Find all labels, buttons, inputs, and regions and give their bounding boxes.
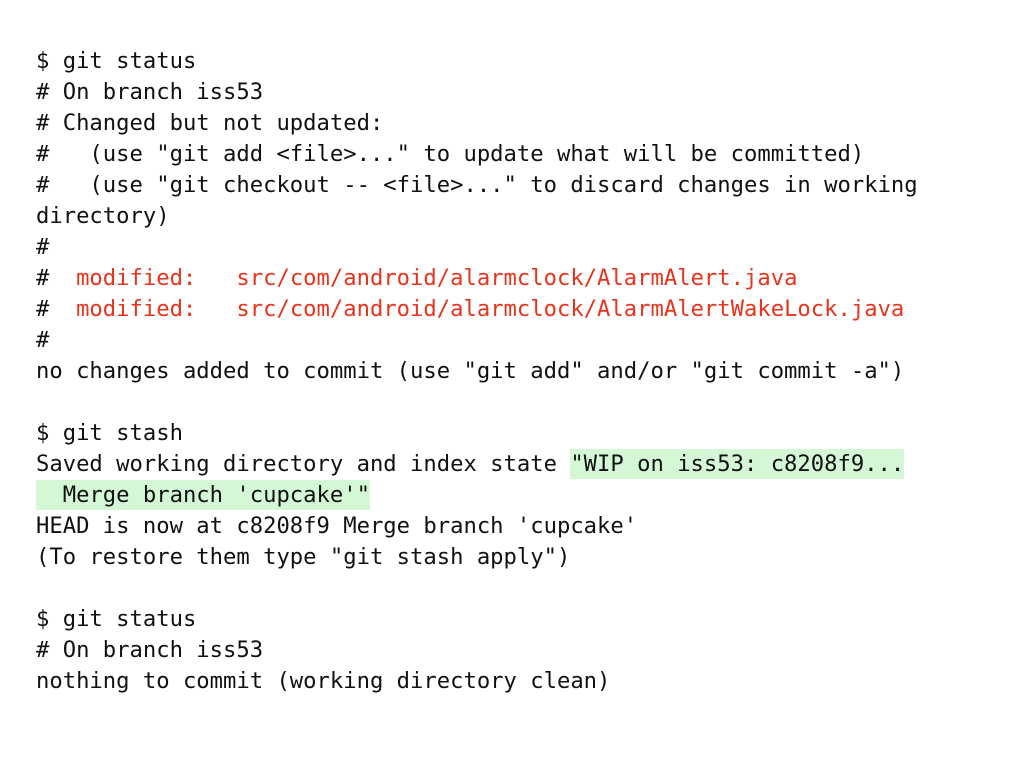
changed-header-line: # Changed but not updated: xyxy=(36,110,384,136)
summary-line: no changes added to commit (use "git add… xyxy=(36,358,905,384)
command-line: $ git status xyxy=(36,606,197,632)
modified-file-path: src/com/android/alarmclock/AlarmAlert.ja… xyxy=(236,265,798,291)
comment-prefix: # xyxy=(36,296,77,322)
modified-file-line: # modified: src/com/android/alarmclock/A… xyxy=(36,294,996,325)
hint-checkout-continued-line: directory) xyxy=(36,203,170,229)
stash-saved-prefix: Saved working directory and index state xyxy=(36,451,571,477)
stash-message-highlight: "WIP on iss53: c8208f9... xyxy=(570,449,905,479)
modified-file-line: # modified: src/com/android/alarmclock/A… xyxy=(36,263,996,294)
terminal-output: $ git status # On branch iss53 # Changed… xyxy=(36,46,996,697)
branch-line: # On branch iss53 xyxy=(36,637,264,663)
hint-checkout-line: # (use "git checkout -- <file>..." to di… xyxy=(36,172,918,198)
command-line: $ git status xyxy=(36,48,197,74)
head-line: HEAD is now at c8208f9 Merge branch 'cup… xyxy=(36,513,638,539)
modified-file-path: src/com/android/alarmclock/AlarmAlertWak… xyxy=(236,296,905,322)
stash-saved-line: Saved working directory and index state … xyxy=(36,449,996,480)
modified-label: modified: xyxy=(76,296,197,322)
hint-add-line: # (use "git add <file>..." to update wha… xyxy=(36,141,865,167)
restore-hint-line: (To restore them type "git stash apply") xyxy=(36,544,571,570)
comment-line: # xyxy=(36,327,50,353)
clean-status-line: nothing to commit (working directory cle… xyxy=(36,668,611,694)
stash-message-highlight: Merge branch 'cupcake'" xyxy=(36,480,370,510)
modified-label: modified: xyxy=(76,265,197,291)
stash-saved-continued-line: Merge branch 'cupcake'" xyxy=(36,480,996,511)
command-line: $ git stash xyxy=(36,420,183,446)
comment-line: # xyxy=(36,234,50,260)
branch-line: # On branch iss53 xyxy=(36,79,264,105)
comment-prefix: # xyxy=(36,265,77,291)
